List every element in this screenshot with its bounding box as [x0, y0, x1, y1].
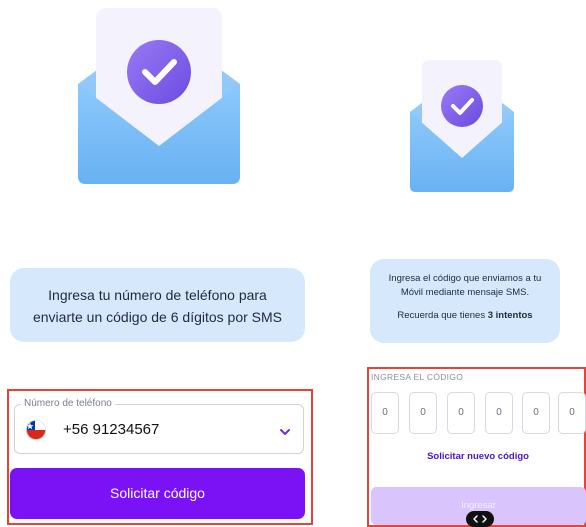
code-digit-input[interactable]: 0	[371, 392, 399, 434]
phone-field-label: Número de teléfono	[21, 397, 115, 411]
code-digit-input[interactable]: 0	[447, 392, 475, 434]
attempts-reminder: Recuerda que tienes 3 intentos	[370, 309, 560, 323]
reminder-text: Recuerda que tienes	[397, 310, 488, 321]
attempts-count: 3 intentos	[487, 310, 533, 321]
code-handle-icon[interactable]	[466, 511, 494, 527]
envelope-check-icon	[410, 60, 514, 194]
instructions-line: Ingresa tu número de teléfono para	[48, 287, 267, 303]
code-digit-input[interactable]: 0	[485, 392, 513, 434]
phone-number-value: +56 91234567	[63, 421, 160, 438]
instructions-box: Ingresa el código que enviamos a tu Móvi…	[370, 259, 560, 343]
phone-entry-screen: Ingresa tu número de teléfono para envia…	[0, 0, 340, 527]
code-entry-screen: Ingresa el código que enviamos a tu Móvi…	[346, 0, 586, 527]
instructions-line: enviarte un código de 6 dígitos por SMS	[32, 309, 283, 325]
code-digit-input[interactable]: 0	[409, 392, 437, 434]
code-input-label: INGRESA EL CÓDIGO	[371, 372, 464, 382]
request-code-button[interactable]: Solicitar código	[10, 468, 305, 519]
instructions-box: Ingresa tu número de teléfono para envia…	[10, 268, 305, 342]
code-digit-input[interactable]: 0	[558, 392, 586, 434]
phone-number-field[interactable]: Número de teléfono +56 91234567	[14, 397, 304, 454]
envelope-check-icon	[78, 8, 240, 186]
code-digit-input[interactable]: 0	[522, 392, 550, 434]
resend-code-link[interactable]: Solicitar nuevo código	[370, 451, 586, 462]
chile-flag-icon	[25, 419, 47, 441]
instructions-line: Móvil mediante mensaje SMS.	[400, 287, 530, 298]
instructions-line: Ingresa el código que enviamos a tu	[388, 273, 542, 284]
chevron-down-icon[interactable]	[279, 424, 291, 435]
